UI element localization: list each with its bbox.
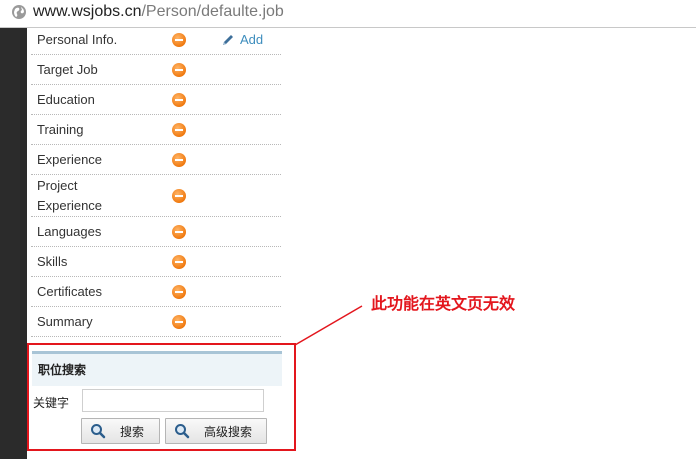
menu-item-certificates[interactable]: Certificates: [31, 277, 281, 307]
menu-item-label: Languages: [37, 223, 102, 239]
incomplete-status-icon: [172, 314, 186, 329]
menu-item-label: Personal Info.: [37, 31, 118, 47]
resume-section-menu: Personal Info. Add Target Job Education …: [31, 25, 281, 337]
globe-icon: [12, 5, 26, 19]
add-link-label: Add: [240, 32, 264, 47]
menu-item-personal-info[interactable]: Personal Info. Add: [31, 25, 281, 55]
menu-item-label: Experience: [37, 151, 103, 167]
pencil-icon: [223, 34, 233, 45]
menu-item-label: Certificates: [37, 283, 103, 299]
menu-item-label: Training: [37, 121, 84, 137]
incomplete-status-icon: [172, 92, 186, 107]
address-bar[interactable]: www.wsjobs.cn/Person/defaulte.job: [0, 0, 696, 28]
menu-item-summary[interactable]: Summary: [31, 307, 281, 337]
menu-item-target-job[interactable]: Target Job: [31, 55, 281, 85]
incomplete-status-icon: [172, 188, 186, 203]
menu-item-label: Education: [37, 91, 95, 107]
menu-item-label: Target Job: [37, 61, 98, 77]
incomplete-status-icon: [172, 32, 186, 47]
menu-item-education[interactable]: Education: [31, 85, 281, 115]
menu-item-label: Skills: [37, 253, 68, 269]
annotation-text: 此功能在英文页无效: [371, 296, 516, 313]
incomplete-status-icon: [172, 62, 186, 77]
menu-item-training[interactable]: Training: [31, 115, 281, 145]
menu-item-experience[interactable]: Experience: [31, 145, 281, 175]
url-path: /Person/defaulte.job: [141, 3, 284, 20]
url-text[interactable]: www.wsjobs.cn/Person/defaulte.job: [33, 2, 284, 22]
menu-item-languages[interactable]: Languages: [31, 217, 281, 247]
incomplete-status-icon: [172, 122, 186, 137]
incomplete-status-icon: [172, 254, 186, 269]
menu-item-label: Project Experience: [37, 177, 103, 213]
highlight-box: [27, 343, 296, 451]
add-link[interactable]: Add: [221, 31, 263, 49]
menu-item-skills[interactable]: Skills: [31, 247, 281, 277]
left-dark-strip: [0, 28, 27, 459]
incomplete-status-icon: [172, 224, 186, 239]
menu-item-label: Summary: [37, 313, 93, 329]
menu-item-project-experience[interactable]: Project Experience: [31, 175, 281, 217]
incomplete-status-icon: [172, 152, 186, 167]
url-domain: www.wsjobs.cn: [33, 3, 142, 20]
incomplete-status-icon: [172, 284, 186, 299]
